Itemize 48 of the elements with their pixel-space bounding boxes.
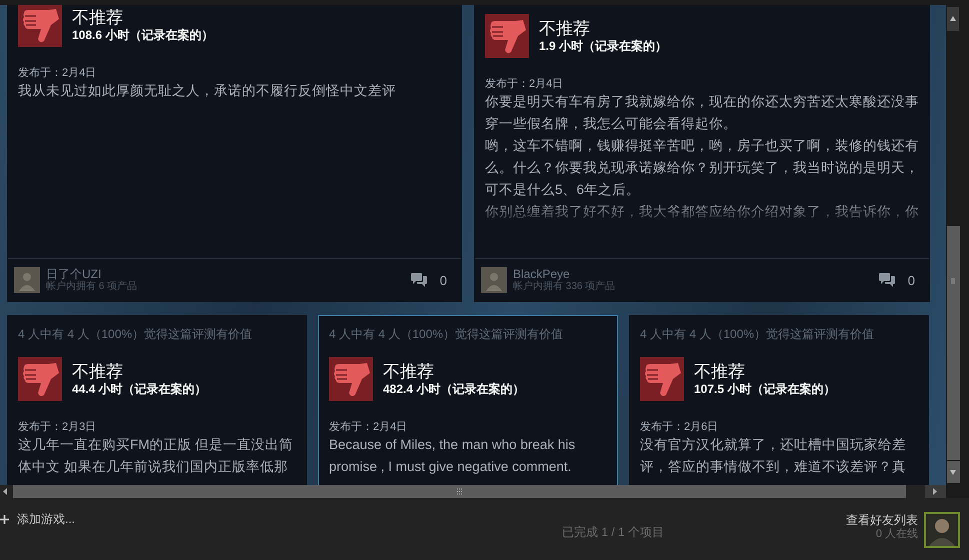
comment-count: 0: [440, 272, 447, 288]
posted-date: 发布于：2月4日: [485, 77, 564, 91]
verdict-title: 不推荐: [72, 362, 124, 382]
avatar-icon[interactable]: [481, 267, 507, 293]
verdict-title: 不推荐: [383, 362, 435, 382]
review-text: 我从未见过如此厚颜无耻之人，承诺的不履行反倒怪中文差评: [18, 82, 397, 100]
review-text: 没有官方汉化就算了，还吐槽中国玩家给差评，答应的事情做不到，难道不该差评？真: [640, 436, 907, 476]
author-name[interactable]: 日了个UZI: [46, 267, 404, 281]
verdict-title: 不推荐: [72, 8, 124, 28]
thumbs-down-icon: [18, 5, 62, 47]
avatar-icon[interactable]: [924, 512, 960, 548]
playtime-text: 482.4 小时（记录在案的）: [383, 382, 524, 396]
thumbs-down-icon: [329, 357, 373, 401]
review-text: 哟，这车不错啊，钱赚得挺辛苦吧，哟，房子也买了啊，装修的钱还有么。什么？你要我兑现承诺嫁给你？别开玩笑了，我当时说的是明天，可不是什么5、6年之后。: [485, 137, 919, 199]
posted-date: 发布于：2月3日: [18, 420, 98, 434]
vertical-scrollbar[interactable]: [946, 5, 960, 485]
comment-icon[interactable]: [878, 272, 896, 288]
avatar-icon[interactable]: [14, 267, 40, 293]
progress-status: 已完成 1 / 1 个项目: [560, 524, 666, 541]
review-text: 你要是明天有车有房了我就嫁给你，现在的你还太穷苦还太寒酸还没事穿一些假名牌，我怎么可能会看得起你。: [485, 93, 919, 133]
playtime-text: 1.9 小时（记录在案的）: [539, 38, 668, 54]
horizontal-scrollbar[interactable]: [0, 485, 946, 498]
plus-icon: [0, 515, 9, 524]
online-count: 0 人在线: [876, 529, 918, 540]
products-count: 帐户内拥有 6 项产品: [46, 281, 138, 293]
helpful-note: 4 人中有 4 人（100%）觉得这篇评测有价值: [18, 326, 254, 343]
thumbs-down-icon: [18, 357, 62, 401]
review-text: 你别总缠着我了好不好，我大爷都答应给你介绍对象了，我告诉你，你: [485, 203, 919, 221]
helpful-note: 4 人中有 4 人（100%）觉得这篇评测有价值: [640, 326, 876, 343]
playtime-text: 107.5 小时（记录在案的）: [694, 382, 836, 396]
friends-list-link[interactable]: 查看好友列表: [846, 512, 918, 529]
playtime-text: 108.6 小时（记录在案的）: [72, 28, 214, 42]
author-name[interactable]: BlackPeye: [513, 267, 872, 281]
comment-count: 0: [908, 272, 915, 288]
helpful-note: 4 人中有 4 人（100%）觉得这篇评测有价值: [329, 326, 564, 343]
posted-date: 发布于：2月4日: [18, 66, 98, 80]
review-text: Because of Miles, the man who break his promise , I must give negative comment.: [329, 436, 576, 476]
thumbs-down-icon: [485, 14, 529, 58]
thumbs-down-icon: [640, 357, 684, 401]
verdict-title: 不推荐: [539, 18, 591, 38]
comment-icon[interactable]: [410, 272, 428, 288]
review-text: 这几年一直在购买FM的正版 但是一直没出简体中文 如果在几年前说我们国内正版率低那: [18, 436, 294, 476]
posted-date: 发布于：2月4日: [329, 420, 408, 434]
verdict-title: 不推荐: [694, 362, 746, 382]
playtime-text: 44.4 小时（记录在案的）: [72, 382, 207, 396]
posted-date: 发布于：2月6日: [640, 420, 720, 434]
add-game-button[interactable]: 添加游戏...: [0, 510, 380, 529]
products-count: 帐户内拥有 336 项产品: [513, 281, 616, 293]
